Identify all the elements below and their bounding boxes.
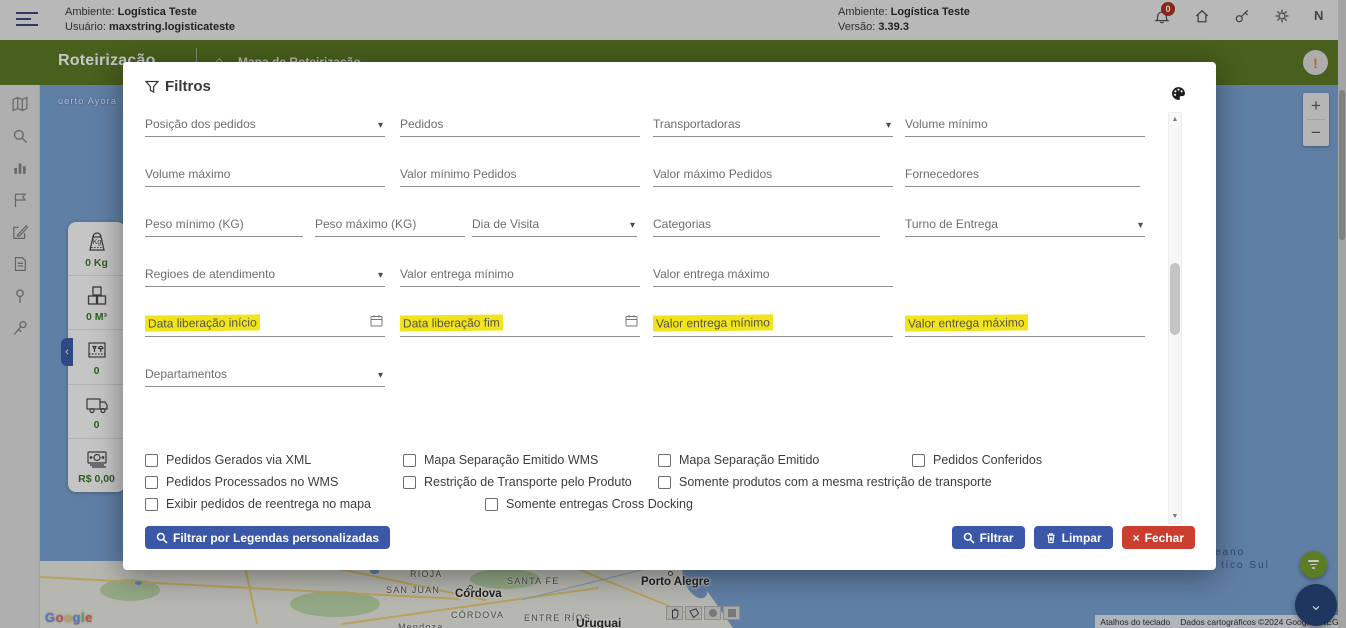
- chevron-down-icon: ▾: [378, 370, 383, 381]
- field-label: Regioes de atendimento: [145, 267, 275, 281]
- field-valor-entrega-maximo-2[interactable]: Valor entrega máximo: [905, 309, 1145, 337]
- field-label: Dia de Visita: [472, 217, 539, 231]
- checkbox-label: Pedidos Conferidos: [933, 453, 1042, 467]
- field-label: Peso mínimo (KG): [145, 217, 244, 231]
- field-turno-de-entrega[interactable]: Turno de Entrega ▾: [905, 209, 1145, 237]
- field-label: Valor máximo Pedidos: [653, 167, 772, 181]
- funnel-icon: [145, 80, 159, 94]
- field-data-liberacao-inicio[interactable]: Data liberação início: [145, 309, 385, 337]
- fechar-button[interactable]: × Fechar: [1122, 526, 1195, 549]
- checkbox-label: Pedidos Processados no WMS: [166, 475, 338, 489]
- checkbox-label: Mapa Separação Emitido: [679, 453, 819, 467]
- filter-by-legends-button[interactable]: Filtrar por Legendas personalizadas: [145, 526, 390, 549]
- checkbox[interactable]: [658, 454, 671, 467]
- checkbox[interactable]: [145, 476, 158, 489]
- checkbox-pedidos-processados-wms[interactable]: Pedidos Processados no WMS: [145, 475, 338, 489]
- field-volume-minimo[interactable]: Volume mínimo: [905, 109, 1145, 137]
- calendar-icon[interactable]: [370, 314, 383, 332]
- field-data-liberacao-fim[interactable]: Data liberação fim: [400, 309, 640, 337]
- checkbox-label: Mapa Separação Emitido WMS: [424, 453, 598, 467]
- field-pedidos[interactable]: Pedidos: [400, 109, 640, 137]
- field-label: Peso máximo (KG): [315, 217, 416, 231]
- search-icon: [963, 532, 975, 544]
- field-label: Valor entrega mínimo: [400, 267, 514, 281]
- field-transportadoras[interactable]: Transportadoras ▾: [653, 109, 893, 137]
- filtrar-button[interactable]: Filtrar: [952, 526, 1025, 549]
- highlighted-field-label: Valor entrega máximo: [905, 314, 1028, 331]
- chevron-down-icon: ▾: [378, 270, 383, 281]
- chevron-down-icon: ▾: [886, 120, 891, 131]
- search-icon: [156, 532, 168, 544]
- field-label: Pedidos: [400, 117, 443, 131]
- checkbox-pedidos-conferidos[interactable]: Pedidos Conferidos: [912, 453, 1042, 467]
- scroll-up-arrow[interactable]: ▲: [1169, 116, 1181, 123]
- checkbox-label: Restrição de Transporte pelo Produto: [424, 475, 632, 489]
- field-valor-minimo-pedidos[interactable]: Valor mínimo Pedidos: [400, 159, 640, 187]
- checkbox[interactable]: [658, 476, 671, 489]
- field-label: Posição dos pedidos: [145, 117, 256, 131]
- field-peso-maximo[interactable]: Peso máximo (KG): [315, 209, 465, 237]
- field-label: Valor entrega máximo: [653, 267, 770, 281]
- filters-modal: Filtros ▲ ▼ Posição dos pedidos ▾ Pedido…: [123, 62, 1216, 570]
- modal-title: Filtros: [145, 78, 211, 95]
- trash-icon: [1045, 532, 1057, 544]
- checkbox-label: Somente produtos com a mesma restrição d…: [679, 475, 992, 489]
- field-valor-entrega-maximo[interactable]: Valor entrega máximo: [653, 259, 893, 287]
- checkbox-reentrega-mapa[interactable]: Exibir pedidos de reentrega no mapa: [145, 497, 371, 511]
- checkbox-mapa-separacao-emitido[interactable]: Mapa Separação Emitido: [658, 453, 819, 467]
- field-fornecedores[interactable]: Fornecedores: [905, 159, 1140, 187]
- checkbox-label: Somente entregas Cross Docking: [506, 497, 693, 511]
- field-regioes-atendimento[interactable]: Regioes de atendimento ▾: [145, 259, 385, 287]
- checkbox[interactable]: [145, 498, 158, 511]
- highlighted-field-label: Data liberação início: [145, 314, 260, 331]
- field-volume-maximo[interactable]: Volume máximo: [145, 159, 385, 187]
- modal-scrollbar[interactable]: ▲ ▼: [1168, 112, 1182, 524]
- checkbox-restricao-transporte[interactable]: Restrição de Transporte pelo Produto: [403, 475, 632, 489]
- field-label: Volume máximo: [145, 167, 230, 181]
- field-label: Turno de Entrega: [905, 217, 998, 231]
- field-label: Departamentos: [145, 367, 227, 381]
- checkbox-label: Exibir pedidos de reentrega no mapa: [166, 497, 371, 511]
- checkbox[interactable]: [403, 476, 416, 489]
- palette-icon[interactable]: [1171, 86, 1186, 106]
- scroll-down-arrow[interactable]: ▼: [1169, 513, 1181, 520]
- field-label: Transportadoras: [653, 117, 741, 131]
- field-valor-entrega-minimo-2[interactable]: Valor entrega mínimo: [653, 309, 893, 337]
- checkbox[interactable]: [485, 498, 498, 511]
- field-valor-maximo-pedidos[interactable]: Valor máximo Pedidos: [653, 159, 893, 187]
- field-peso-minimo[interactable]: Peso mínimo (KG): [145, 209, 303, 237]
- calendar-icon[interactable]: [625, 314, 638, 332]
- checkbox[interactable]: [912, 454, 925, 467]
- checkbox-mapa-separacao-wms[interactable]: Mapa Separação Emitido WMS: [403, 453, 598, 467]
- field-dia-de-visita[interactable]: Dia de Visita ▾: [472, 209, 637, 237]
- checkbox-cross-docking[interactable]: Somente entregas Cross Docking: [485, 497, 693, 511]
- checkbox[interactable]: [145, 454, 158, 467]
- field-departamentos[interactable]: Departamentos ▾: [145, 359, 385, 387]
- scroll-thumb[interactable]: [1170, 263, 1180, 335]
- field-categorias[interactable]: Categorias: [653, 209, 880, 237]
- checkbox-label: Pedidos Gerados via XML: [166, 453, 311, 467]
- field-valor-entrega-minimo[interactable]: Valor entrega mínimo: [400, 259, 640, 287]
- limpar-button[interactable]: Limpar: [1034, 526, 1113, 549]
- field-label: Valor mínimo Pedidos: [400, 167, 517, 181]
- app-window: Ambiente: Logística Teste Usuário: maxst…: [0, 0, 1346, 628]
- field-posicao-dos-pedidos[interactable]: Posição dos pedidos ▾: [145, 109, 385, 137]
- highlighted-field-label: Data liberação fim: [400, 314, 503, 331]
- highlighted-field-label: Valor entrega mínimo: [653, 314, 773, 331]
- checkbox-mesma-restricao[interactable]: Somente produtos com a mesma restrição d…: [658, 475, 992, 489]
- field-label: Volume mínimo: [905, 117, 988, 131]
- chevron-down-icon: ▾: [1138, 220, 1143, 231]
- chevron-down-icon: ▾: [630, 220, 635, 231]
- chevron-down-icon: ▾: [378, 120, 383, 131]
- field-label: Categorias: [653, 217, 711, 231]
- close-icon: ×: [1133, 531, 1140, 545]
- field-label: Fornecedores: [905, 167, 979, 181]
- checkbox[interactable]: [403, 454, 416, 467]
- checkbox-pedidos-xml[interactable]: Pedidos Gerados via XML: [145, 453, 311, 467]
